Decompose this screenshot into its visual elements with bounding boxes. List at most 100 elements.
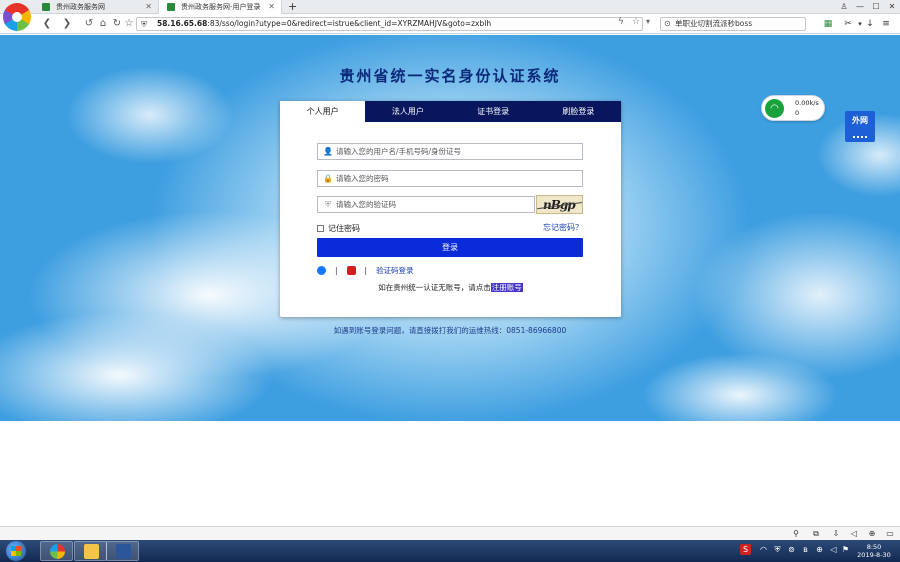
download-speed: 0 <box>795 109 800 117</box>
address-bar[interactable]: ⛨ 58.16.65.68:83/sso/login?utype=0&redir… <box>136 17 643 31</box>
new-tab-button[interactable]: + <box>288 0 297 14</box>
bookmark-star-icon[interactable]: ☆ <box>632 17 640 27</box>
page-blank-area <box>0 421 900 526</box>
security-tray-icon[interactable]: ⊕ <box>814 544 825 555</box>
shield-tray-icon[interactable]: ⛨ <box>772 544 783 555</box>
close-tab-icon[interactable]: ✕ <box>268 0 275 14</box>
gov-favicon-icon <box>42 3 50 11</box>
taskbar-clock[interactable]: 8:50 2019-8-30 <box>852 543 896 559</box>
windows-start-icon[interactable] <box>6 541 26 561</box>
volume-tray-icon[interactable]: ◁ <box>828 544 839 555</box>
clock-date: 2019-8-30 <box>857 551 891 559</box>
navigation-bar: ❮ ❯ ↺ ⌂ ↻ ☆ ⛨ 58.16.65.68:83/sso/login?u… <box>0 14 900 34</box>
url-host: 58.16.65.68 <box>157 19 208 28</box>
login-tabs: 个人用户 法人用户 证书登录 刷脸登录 <box>280 101 621 122</box>
forward-icon[interactable]: ❯ <box>60 17 74 31</box>
network-tray-icon[interactable]: ⊚ <box>786 544 797 555</box>
browser-logo-icon[interactable] <box>3 3 31 31</box>
download-icon[interactable]: ↓ <box>864 18 876 30</box>
signal-icon <box>853 136 867 138</box>
alternative-login: | | 验证码登录 <box>317 264 414 276</box>
tab-user-login[interactable]: 贵州政务服务网-用户登录 ✕ <box>158 0 282 14</box>
tab-gov-portal[interactable]: 贵州政务服务网 ✕ <box>34 0 158 14</box>
tab-legal-person[interactable]: 法人用户 <box>365 101 450 122</box>
pin-icon[interactable]: ⚲ <box>790 528 802 540</box>
login-button[interactable]: 登录 <box>317 238 583 257</box>
tab-bar: 贵州政务服务网 ✕ 贵州政务服务网-用户登录 ✕ + ♙ — ☐ ✕ <box>0 0 900 14</box>
speaker-icon[interactable]: ◁ <box>848 528 860 540</box>
page-title: 贵州省统一实名身份认证系统 <box>339 67 561 85</box>
menu-icon[interactable]: ≡ <box>880 18 892 30</box>
browser-icon <box>50 544 65 559</box>
username-field: 👤 <box>317 143 583 160</box>
tab-personal-user[interactable]: 个人用户 <box>280 101 366 122</box>
clock-time: 8:50 <box>866 543 882 551</box>
captcha-input[interactable] <box>336 197 536 212</box>
sms-login-link[interactable]: 验证码登录 <box>376 265 414 276</box>
star-icon[interactable]: ☆ <box>122 17 136 31</box>
taskbar-explorer-button[interactable] <box>74 541 107 561</box>
separator: | <box>364 265 368 275</box>
scissors-icon[interactable]: ✂ <box>842 18 854 30</box>
search-input[interactable]: ⊙ 单职业切割流派秒boss <box>660 17 806 31</box>
register-prefix: 如在贵州统一认证无账号，请点击 <box>378 283 491 292</box>
word-icon <box>116 544 131 559</box>
fullscreen-icon[interactable]: ▭ <box>884 528 896 540</box>
lightning-icon[interactable]: ϟ <box>618 17 624 27</box>
sogou-icon[interactable]: S <box>740 544 751 555</box>
captcha-image[interactable]: nBgp <box>536 195 583 214</box>
register-link[interactable]: 注册账号 <box>490 283 523 292</box>
folder-icon <box>84 544 99 559</box>
emblem-icon[interactable] <box>346 265 356 275</box>
register-line: 如在贵州统一认证无账号，请点击注册账号 <box>280 282 621 293</box>
tab-certificate-login[interactable]: 证书登录 <box>451 101 536 122</box>
login-panel: 个人用户 法人用户 证书登录 刷脸登录 👤 🔒 ⛨ nBgp <box>280 101 621 317</box>
windows-taskbar: S ◠ ⛨ ⊚ ʙ ⊕ ◁ ⚑ 8:50 2019-8-30 <box>0 540 900 562</box>
remember-label: 记住密码 <box>328 224 360 233</box>
shield-icon: ⛨ <box>141 20 147 29</box>
alipay-icon[interactable] <box>317 265 326 275</box>
browser-status-bar: ⚲ ⧉ ⇩ ◁ ⊕ ▭ <box>0 526 900 540</box>
download-manager-icon[interactable]: ⇩ <box>830 528 842 540</box>
taskbar-word-button[interactable] <box>106 541 139 561</box>
remember-checkbox[interactable] <box>317 225 324 232</box>
login-page-background: 贵州省统一实名身份认证系统 个人用户 法人用户 证书登录 刷脸登录 👤 🔒 ⛨ <box>0 35 900 421</box>
user-icon: 👤 <box>323 147 333 156</box>
history-icon[interactable]: ↺ <box>82 17 96 31</box>
browser-window: 贵州政务服务网 ✕ 贵州政务服务网-用户登录 ✕ + ♙ — ☐ ✕ ❮ ❯ ↺… <box>0 0 900 562</box>
back-icon[interactable]: ❮ <box>40 17 54 31</box>
wifi-tray-icon[interactable]: ◠ <box>758 544 769 555</box>
minimize-button[interactable]: — <box>852 0 868 14</box>
close-button[interactable]: ✕ <box>884 0 900 14</box>
separator: | <box>335 265 338 275</box>
close-tab-icon[interactable]: ✕ <box>145 0 152 14</box>
forgot-password-link[interactable]: 忘记密码？ <box>543 222 583 233</box>
maximize-button[interactable]: ☐ <box>868 0 884 14</box>
screenshot-icon[interactable]: ⧉ <box>810 528 822 540</box>
bluetooth-tray-icon[interactable]: ʙ <box>800 544 811 555</box>
shirt-icon[interactable]: ♙ <box>836 0 852 14</box>
username-input[interactable] <box>336 144 536 159</box>
upload-speed: 0.00k/s <box>795 99 819 107</box>
dropdown-icon[interactable]: ▾ <box>646 17 650 26</box>
password-input[interactable] <box>336 171 536 186</box>
url-path: :83/sso/login?utype=0&redirect=istrue&cl… <box>207 19 492 28</box>
flag-tray-icon[interactable]: ⚑ <box>840 544 851 555</box>
zoom-icon[interactable]: ⊕ <box>866 528 878 540</box>
lock-icon: 🔒 <box>323 174 333 183</box>
password-field: 🔒 <box>317 170 583 187</box>
window-controls: ♙ — ☐ ✕ <box>836 0 900 14</box>
tab-face-login[interactable]: 刷脸登录 <box>536 101 621 122</box>
network-speed-widget[interactable]: ◠ 0.00k/s 0 <box>761 95 825 121</box>
taskbar-browser-button[interactable] <box>40 541 73 561</box>
tab-label: 贵州政务服务网 <box>56 3 105 11</box>
remember-password[interactable]: 记住密码 <box>317 223 360 234</box>
wifi-icon: ◠ <box>765 99 784 118</box>
external-network-button[interactable]: 外网 <box>845 111 875 142</box>
gov-favicon-icon <box>167 3 175 11</box>
tab-label: 贵州政务服务网-用户登录 <box>181 3 261 11</box>
search-icon: ⊙ <box>664 19 671 28</box>
home-icon[interactable]: ⌂ <box>96 17 110 31</box>
captcha-field: ⛨ <box>317 196 536 213</box>
apps-grid-icon[interactable]: ▦ <box>822 18 834 30</box>
